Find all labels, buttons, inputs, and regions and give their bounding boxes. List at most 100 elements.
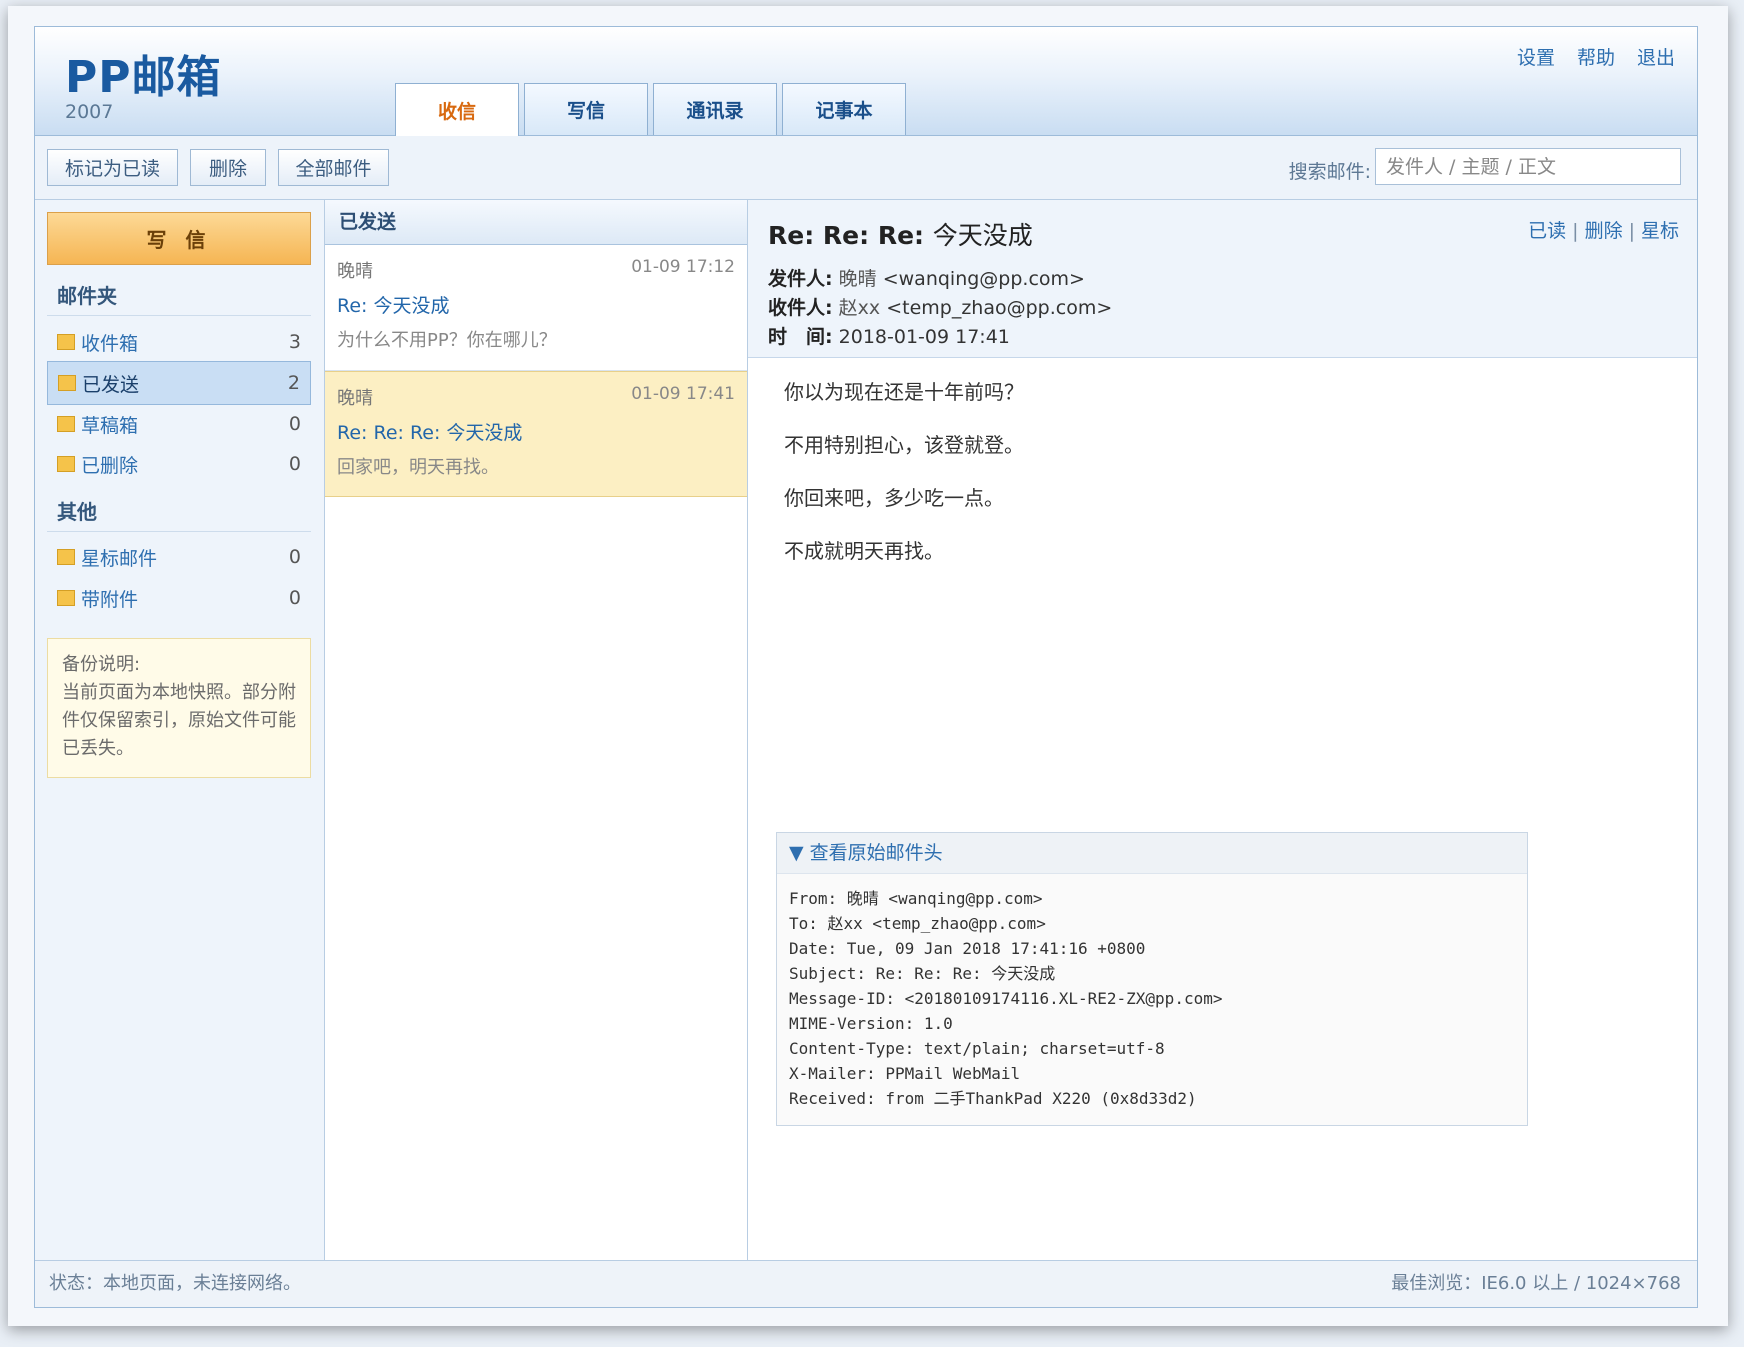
message-date: 01-09 17:41	[631, 384, 735, 404]
raw-header-line: Date: Tue, 09 Jan 2018 17:41:16 +0800	[789, 939, 1146, 958]
message-snippet: 回家吧，明天再找。	[337, 457, 499, 478]
folder-label: 已发送	[82, 373, 140, 396]
message-title: Re: Re: Re: 今天没成	[768, 216, 1033, 252]
raw-header-line: Message-ID: <20180109174116.XL-RE2-ZX@pp…	[789, 989, 1223, 1008]
folder-count: 0	[288, 453, 301, 475]
from-name: 晚晴	[838, 268, 877, 290]
folder-count: 3	[288, 331, 301, 353]
folder-label: 星标邮件	[81, 547, 158, 570]
tab-inbox[interactable]: 收信	[395, 83, 519, 136]
folder-label: 已删除	[81, 454, 139, 477]
star-link[interactable]: 星标	[1641, 220, 1679, 242]
compose-button[interactable]: 写 信	[47, 212, 311, 265]
all-mail-button[interactable]: 全部邮件	[278, 149, 389, 186]
tab-contacts[interactable]: 通讯录	[653, 83, 777, 135]
body-paragraph: 你回来吧，多少吃一点。	[784, 486, 1004, 510]
message-actions: 已读 | 删除 | 星标	[1528, 216, 1679, 243]
raw-header-line: From: 晚晴 <wanqing@pp.com>	[789, 889, 1043, 908]
backup-note-text: 备份说明: 当前页面为本地快照。部分附件仅保留索引，原始文件可能已丢失。	[62, 654, 296, 759]
folder-icon	[57, 549, 75, 565]
message-subject: Re: Re: Re: 今天没成	[337, 422, 523, 444]
mail-app: PP邮箱 2007 设置 帮助 退出 收信 写信 通讯录 记事本 标记为已读 删…	[34, 26, 1698, 1308]
folder-icon	[57, 416, 75, 432]
other-heading: 其他	[47, 496, 311, 532]
header: PP邮箱 2007 设置 帮助 退出 收信 写信 通讯录 记事本	[35, 27, 1697, 136]
delete-button[interactable]: 删除	[190, 149, 266, 186]
message-title-main: 今天没成	[932, 221, 1033, 250]
main-tabs: 收信 写信 通讯录 记事本	[395, 83, 906, 136]
message-header: Re: Re: Re: 今天没成 已读 | 删除 | 星标 发件人: 晚晴 <wanqi…	[748, 200, 1697, 358]
from-label: 发件人:	[768, 268, 833, 290]
body-paragraph: 你以为现在还是十年前吗？	[784, 380, 1024, 404]
sidebar-item-attachments[interactable]: 带附件 0	[47, 576, 311, 620]
to-line: 收件人: 赵xx <temp_zhao@pp.com>	[768, 293, 1112, 320]
sidebar-item-deleted[interactable]: 已删除 0	[47, 442, 311, 486]
raw-header-line: To: 赵xx <temp_zhao@pp.com>	[789, 914, 1046, 933]
sidebar-item-sent[interactable]: 已发送 2	[47, 361, 311, 405]
search-label: 搜索邮件:	[1288, 161, 1371, 183]
top-links: 设置 帮助 退出	[1517, 43, 1675, 70]
raw-headers-panel: ▼ 查看原始邮件头 From: 晚晴 <wanqing@pp.com> To: 赵…	[776, 832, 1528, 1126]
mark-read-button[interactable]: 标记为已读	[47, 149, 178, 186]
raw-headers-text: From: 晚晴 <wanqing@pp.com> To: 赵xx <temp_z…	[777, 874, 1527, 1123]
folder-label: 草稿箱	[81, 414, 139, 437]
list-item[interactable]: 晚晴 01-09 17:12 Re: 今天没成 为什么不用PP？你在哪儿？	[325, 245, 747, 371]
status-bar: 状态：本地页面，未连接网络。 最佳浏览：IE6.0 以上 / 1024×768	[35, 1260, 1697, 1307]
browser-hint: 最佳浏览：IE6.0 以上 / 1024×768	[1391, 1273, 1681, 1294]
raw-header-line: Content-Type: text/plain; charset=utf-8	[789, 1039, 1165, 1058]
folder-count: 0	[288, 546, 301, 568]
folder-count: 2	[287, 372, 300, 394]
from-line: 发件人: 晚晴 <wanqing@pp.com>	[768, 264, 1085, 291]
separator: |	[1572, 220, 1579, 242]
body-paragraph: 不用特别担心，该登就登。	[784, 433, 1024, 457]
app-year: 2007	[65, 101, 114, 123]
raw-header-line: MIME-Version: 1.0	[789, 1014, 953, 1033]
reading-pane: Re: Re: Re: 今天没成 已读 | 删除 | 星标 发件人: 晚晴 <wanqi…	[748, 200, 1697, 1260]
status-text: 状态：本地页面，未连接网络。	[49, 1273, 301, 1294]
folders-heading: 邮件夹	[47, 280, 311, 316]
raw-header-line: Received: from 二手ThankPad X220 (0x8d33d2…	[789, 1089, 1197, 1108]
sidebar-item-starred[interactable]: 星标邮件 0	[47, 535, 311, 579]
folder-icon	[57, 590, 75, 606]
sidebar: 写 信 邮件夹 收件箱 3 已发送 2 草稿箱 0 已删除 0 其他 星标邮件 …	[35, 200, 325, 1260]
to-address: <temp_zhao@pp.com>	[886, 297, 1113, 319]
message-list: 已发送 晚晴 01-09 17:12 Re: 今天没成 为什么不用PP？你在哪儿…	[325, 200, 748, 1260]
tab-compose[interactable]: 写信	[524, 83, 648, 135]
sidebar-item-drafts[interactable]: 草稿箱 0	[47, 402, 311, 446]
list-title: 已发送	[325, 200, 747, 245]
to-label: 收件人:	[768, 297, 833, 319]
body-paragraph: 不成就明天再找。	[784, 539, 944, 563]
folder-icon	[57, 334, 75, 350]
time-label: 时 间:	[768, 326, 833, 348]
folder-label: 带附件	[81, 588, 139, 611]
list-item[interactable]: 晚晴 01-09 17:41 Re: Re: Re: 今天没成 回家吧，明天再找…	[325, 371, 747, 497]
message-subject: Re: 今天没成	[337, 295, 450, 317]
raw-header-line: X-Mailer: PPMail WebMail	[789, 1064, 1021, 1083]
logout-link[interactable]: 退出	[1637, 43, 1675, 70]
settings-link[interactable]: 设置	[1517, 43, 1555, 70]
help-link[interactable]: 帮助	[1577, 43, 1615, 70]
time-value: 2018-01-09 17:41	[838, 326, 1010, 348]
folder-icon	[57, 456, 75, 472]
search-input[interactable]	[1375, 148, 1681, 185]
mark-read-link[interactable]: 已读	[1528, 220, 1566, 242]
to-name: 赵xx	[838, 297, 881, 319]
raw-header-line: Subject: Re: Re: Re: 今天没成	[789, 964, 1056, 983]
raw-headers-toggle[interactable]: ▼ 查看原始邮件头	[777, 833, 1527, 874]
folder-count: 0	[288, 587, 301, 609]
folder-count: 0	[288, 413, 301, 435]
time-line: 时 间: 2018-01-09 17:41	[768, 322, 1010, 349]
from-address: <wanqing@pp.com>	[882, 268, 1085, 290]
folder-label: 收件箱	[81, 332, 139, 355]
message-date: 01-09 17:12	[631, 257, 735, 277]
delete-link[interactable]: 删除	[1585, 220, 1623, 242]
separator: |	[1628, 220, 1635, 242]
backup-note: 备份说明: 当前页面为本地快照。部分附件仅保留索引，原始文件可能已丢失。	[47, 638, 311, 778]
message-body: 你以为现在还是十年前吗？ 不用特别担心，该登就登。 你回来吧，多少吃一点。 不成…	[784, 378, 1024, 590]
sidebar-item-inbox[interactable]: 收件箱 3	[47, 320, 311, 364]
message-title-prefix: Re: Re: Re:	[768, 221, 925, 250]
app-logo: PP邮箱	[65, 52, 222, 103]
folder-icon	[58, 375, 76, 391]
toolbar: 标记为已读 删除 全部邮件 搜索邮件:	[35, 136, 1697, 200]
tab-notepad[interactable]: 记事本	[782, 83, 906, 135]
